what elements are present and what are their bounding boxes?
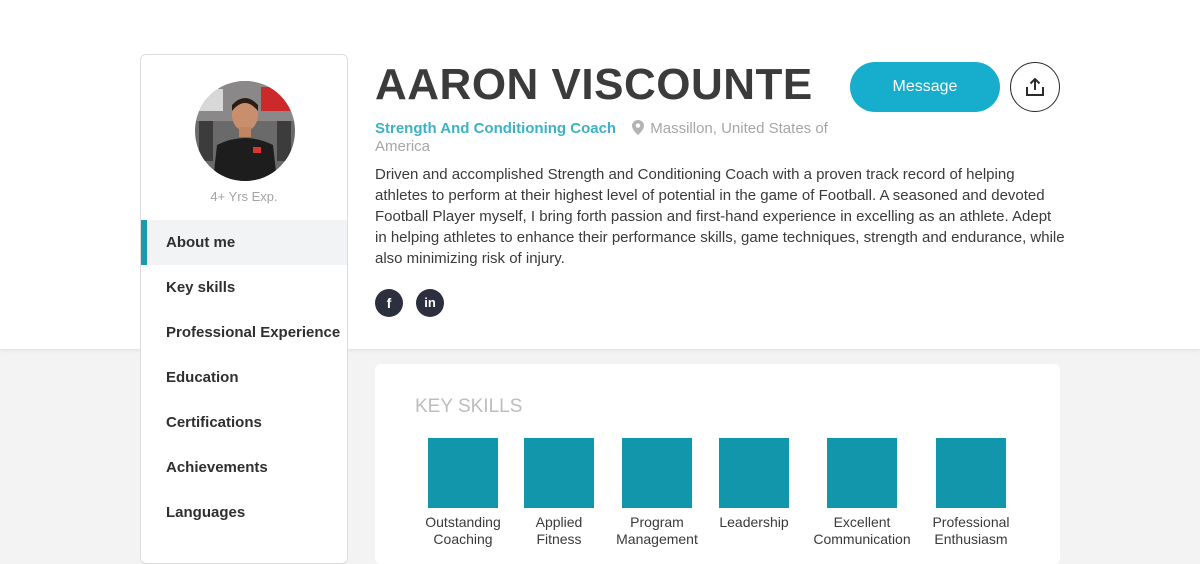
skill-tile — [622, 438, 692, 508]
skill-label: Excellent Communication — [802, 514, 922, 548]
sidebar-item-achievements[interactable]: Achievements — [141, 445, 347, 490]
skill-tile — [428, 438, 498, 508]
key-skills-title: KEY SKILLS — [415, 396, 523, 417]
experience-label: 4+ Yrs Exp. — [210, 189, 278, 204]
avatar — [195, 81, 295, 181]
sidebar-item-education[interactable]: Education — [141, 355, 347, 400]
profile-name: AARON VISCOUNTE — [375, 60, 813, 109]
share-icon — [1011, 76, 1059, 98]
skill-label-line: Excellent — [833, 514, 891, 530]
linkedin-icon[interactable]: in — [416, 289, 444, 317]
sidebar-item-professional-experience[interactable]: Professional Experience — [141, 310, 347, 355]
profile-role: Strength And Conditioning Coach — [375, 120, 617, 137]
sidebar-item-key-skills[interactable]: Key skills — [141, 265, 347, 310]
sidebar-item-certifications[interactable]: Certifications — [141, 400, 347, 445]
profile-meta: Strength And Conditioning Coach Massillo… — [375, 120, 835, 156]
sidebar-item-about-me[interactable]: About me — [141, 220, 347, 265]
skill-label: Leadership — [694, 514, 814, 531]
key-skills-card: KEY SKILLS Outstanding Coaching Applied … — [375, 364, 1060, 564]
skill-item: Professional Enthusiasm — [911, 438, 1031, 548]
profile-bio: Driven and accomplished Strength and Con… — [375, 166, 1065, 267]
sidebar-item-languages[interactable]: Languages — [141, 490, 347, 535]
skill-item: Leadership — [694, 438, 814, 531]
location-pin-icon — [632, 120, 645, 135]
profile-sidebar: 4+ Yrs Exp. About me Key skills Professi… — [140, 54, 348, 564]
skill-tile — [719, 438, 789, 508]
skill-label-line: Enthusiasm — [934, 531, 1008, 547]
skill-item: Excellent Communication — [802, 438, 922, 548]
skill-tile — [524, 438, 594, 508]
facebook-icon[interactable]: f — [375, 289, 403, 317]
skill-tile — [936, 438, 1006, 508]
message-button[interactable]: Message — [850, 62, 1000, 112]
skill-label-line: Communication — [813, 531, 911, 547]
skill-label-line: Management — [616, 531, 698, 547]
share-button[interactable] — [1010, 62, 1060, 112]
sidebar-nav: About me Key skills Professional Experie… — [141, 220, 347, 535]
skill-label: Professional Enthusiasm — [911, 514, 1031, 548]
skill-label-line: Leadership — [719, 514, 789, 530]
skill-label-line: Professional — [932, 514, 1010, 530]
skill-tile — [827, 438, 897, 508]
